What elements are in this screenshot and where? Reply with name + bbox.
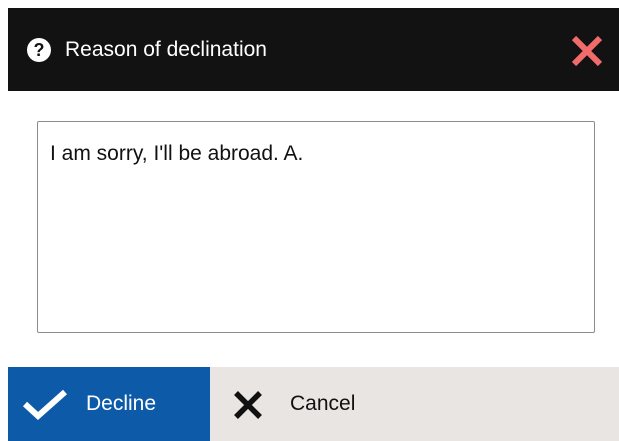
decline-label: Decline — [86, 392, 157, 415]
cancel-label: Cancel — [290, 392, 356, 415]
dialog-titlebar: ? Reason of declination — [8, 8, 619, 91]
close-button[interactable] — [570, 34, 604, 68]
decline-button[interactable]: Decline — [8, 367, 210, 441]
close-x-icon — [571, 35, 603, 67]
x-icon — [234, 391, 262, 419]
dialog-footer: Decline Cancel — [8, 367, 619, 441]
reason-textarea[interactable]: I am sorry, I'll be abroad. A. — [37, 121, 595, 333]
checkmark-icon — [22, 389, 67, 420]
question-circle-icon: ? — [27, 38, 51, 62]
cancel-button[interactable]: Cancel — [210, 367, 410, 441]
dialog-body: I am sorry, I'll be abroad. A. — [8, 91, 619, 367]
decline-reason-dialog: ? Reason of declination I am sorry, I'll… — [0, 0, 619, 441]
dialog-title: Reason of declination — [65, 38, 267, 61]
